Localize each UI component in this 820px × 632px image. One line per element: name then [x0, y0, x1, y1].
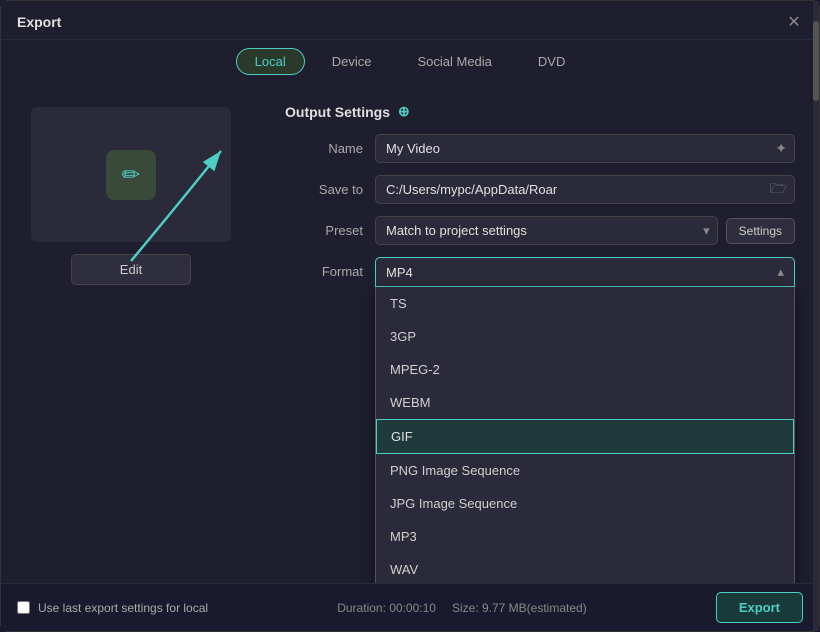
dropdown-item-ts[interactable]: TS [376, 287, 794, 320]
settings-button[interactable]: Settings [726, 218, 795, 244]
tab-bar: Local Device Social Media DVD [1, 40, 819, 87]
export-window: Export ✕ Local Device Social Media DVD ✏… [0, 0, 820, 632]
footer-checkbox-area: Use last export settings for local [17, 601, 208, 615]
dropdown-item-webm[interactable]: WEBM [376, 386, 794, 419]
preset-select-wrapper: Match to project settings ▾ [375, 216, 718, 245]
name-input[interactable] [375, 134, 795, 163]
tab-dvd[interactable]: DVD [519, 48, 584, 75]
format-row: Format MP4 ▴ TS 3GP MPEG-2 WEBM GIF PNG … [285, 257, 795, 287]
right-panel: Output Settings ⊕ Name ✦ Save to 🗁 [261, 87, 819, 583]
dropdown-item-jpg-seq[interactable]: JPG Image Sequence [376, 487, 794, 520]
name-label: Name [285, 141, 375, 156]
dropdown-item-png-seq[interactable]: PNG Image Sequence [376, 454, 794, 487]
size-info: Size: 9.77 MB(estimated) [452, 601, 587, 615]
dropdown-item-mpeg2[interactable]: MPEG-2 [376, 353, 794, 386]
format-select-display[interactable]: MP4 ▴ [375, 257, 795, 287]
save-to-input[interactable] [375, 175, 795, 204]
dropdown-item-wav[interactable]: WAV [376, 553, 794, 583]
main-content: ✏ Edit Output Settings [1, 87, 819, 583]
info-icon: ⊕ [398, 103, 410, 120]
name-input-wrapper: ✦ [375, 134, 795, 163]
left-panel: ✏ Edit [1, 87, 261, 583]
preset-select[interactable]: Match to project settings [375, 216, 718, 245]
save-to-label: Save to [285, 182, 375, 197]
section-title: Output Settings ⊕ [285, 103, 795, 120]
footer: Use last export settings for local Durat… [1, 583, 819, 631]
footer-info: Duration: 00:00:10 Size: 9.77 MB(estimat… [337, 601, 586, 615]
preset-row: Preset Match to project settings ▾ Setti… [285, 216, 795, 245]
dropdown-item-3gp[interactable]: 3GP [376, 320, 794, 353]
tab-social-media[interactable]: Social Media [398, 48, 510, 75]
edit-icon-container: ✏ [106, 150, 156, 200]
pencil-icon: ✏ [122, 162, 140, 188]
format-chevron-icon: ▴ [777, 264, 784, 280]
title-bar: Export ✕ [1, 1, 819, 40]
preview-box: ✏ [31, 107, 231, 242]
format-dropdown: TS 3GP MPEG-2 WEBM GIF PNG Image Sequenc… [375, 287, 795, 583]
duration-info: Duration: 00:00:10 [337, 601, 436, 615]
last-settings-checkbox[interactable] [17, 601, 30, 614]
folder-icon[interactable]: 🗁 [770, 178, 787, 202]
format-value: MP4 [386, 265, 777, 280]
scrollbar-thumb[interactable] [813, 87, 819, 101]
tab-device[interactable]: Device [313, 48, 391, 75]
preset-label: Preset [285, 223, 375, 238]
scrollbar-track[interactable] [813, 87, 819, 583]
window-title: Export [17, 14, 61, 30]
name-row: Name ✦ [285, 134, 795, 163]
save-to-row: Save to 🗁 [285, 175, 795, 204]
edit-button[interactable]: Edit [71, 254, 191, 285]
format-select-wrapper: MP4 ▴ TS 3GP MPEG-2 WEBM GIF PNG Image S… [375, 257, 795, 287]
format-label: Format [285, 257, 375, 279]
dropdown-item-gif[interactable]: GIF [376, 419, 794, 454]
last-settings-label: Use last export settings for local [38, 601, 208, 615]
tab-local[interactable]: Local [236, 48, 305, 75]
save-to-input-wrapper: 🗁 [375, 175, 795, 204]
export-button[interactable]: Export [716, 592, 803, 623]
dropdown-item-mp3[interactable]: MP3 [376, 520, 794, 553]
ai-icon: ✦ [775, 140, 787, 157]
close-button[interactable]: ✕ [785, 13, 803, 31]
